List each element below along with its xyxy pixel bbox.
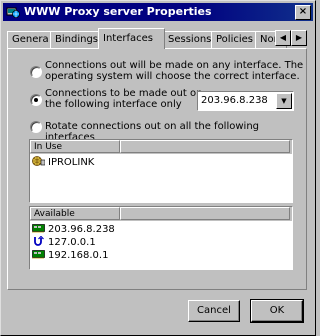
specific-interface-label-line1: Connections to be made out on (45, 88, 203, 99)
tab-scroll-right-icon[interactable]: ▶ (291, 30, 307, 46)
title-bar[interactable]: WWW Proxy server Properties × (3, 3, 313, 21)
in-use-list-header: In Use (30, 140, 292, 154)
available-column-header[interactable]: Available (30, 207, 120, 220)
radio-specific-interface[interactable] (30, 94, 42, 106)
proxy-server-icon (6, 7, 20, 18)
available-item-label: 192.168.0.1 (48, 250, 109, 261)
ok-button[interactable]: OK (250, 299, 304, 323)
any-interface-label-line1: Connections out will be made on any inte… (45, 60, 304, 71)
close-button[interactable]: × (295, 5, 311, 20)
interface-dropdown[interactable]: 203.96.8.238 ▼ (197, 91, 294, 111)
in-use-list[interactable]: In Use IPROLINK (29, 139, 293, 203)
available-item-label: 203.96.8.238 (48, 224, 115, 235)
list-item[interactable]: IPROLINK (32, 156, 94, 168)
interface-dropdown-value: 203.96.8.238 (201, 95, 268, 106)
available-list-header: Available (30, 207, 292, 221)
tab-sessions[interactable]: Sessions (163, 31, 218, 48)
cancel-button[interactable]: Cancel (188, 300, 240, 322)
loopback-icon (34, 236, 44, 246)
radio-any-interface[interactable] (30, 66, 42, 78)
radio-rotate-interfaces[interactable] (30, 121, 42, 133)
list-item[interactable]: 203.96.8.238 (32, 223, 115, 235)
chevron-down-icon[interactable]: ▼ (276, 93, 292, 109)
in-use-column-spacer (120, 140, 290, 153)
available-column-spacer (120, 207, 290, 220)
in-use-item-label: IPROLINK (48, 157, 95, 168)
tab-strip: Genera Bindings Interfaces Sessions Poli… (7, 28, 307, 49)
available-item-label: 127.0.0.1 (48, 237, 96, 248)
any-interface-label-line2: operating system will choose the correct… (45, 71, 300, 82)
tab-scroll-left-icon[interactable]: ◀ (275, 30, 291, 46)
list-item[interactable]: 192.168.0.1 (32, 249, 108, 261)
list-item[interactable]: 127.0.0.1 (32, 236, 96, 248)
specific-interface-label-line2: the following interface only (45, 99, 182, 110)
available-list[interactable]: Available 203.96.8.238 127.0.0.1 192.168… (29, 206, 293, 270)
globe-icon (32, 156, 45, 166)
network-card-icon (32, 224, 45, 233)
window-title: WWW Proxy server Properties (24, 5, 212, 18)
tab-interfaces[interactable]: Interfaces (98, 28, 165, 49)
interfaces-panel: Connections out will be made on any inte… (7, 48, 307, 290)
network-card-icon (32, 250, 45, 259)
in-use-column-header[interactable]: In Use (30, 140, 120, 153)
properties-window: WWW Proxy server Properties × Genera Bin… (0, 0, 316, 336)
